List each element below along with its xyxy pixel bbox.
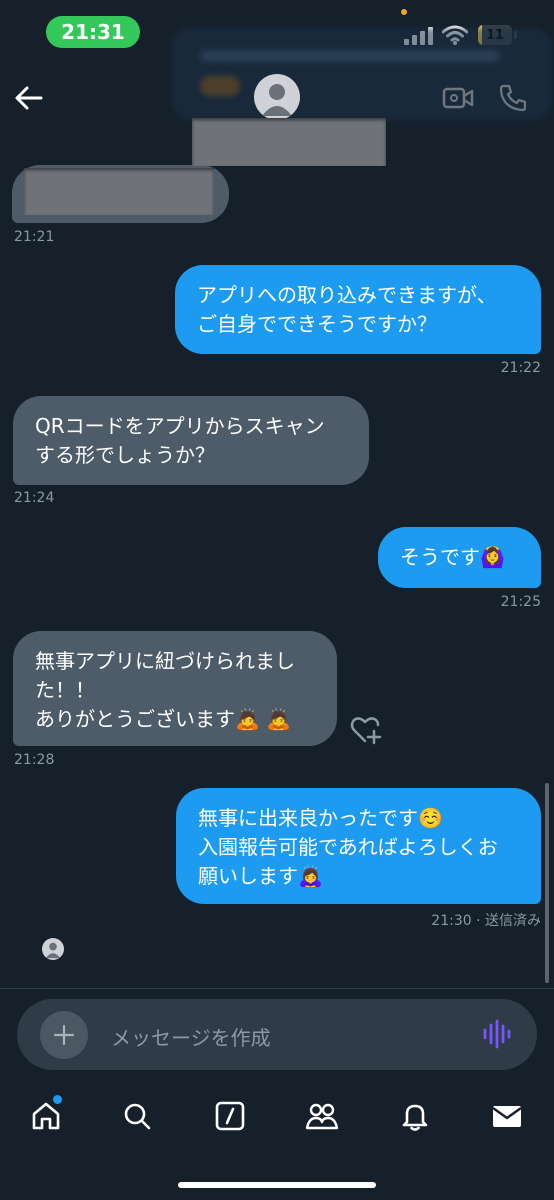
divider [0,988,554,989]
message-bubble-outgoing[interactable]: アプリへの取り込みできますが、 ご自身でできそうですか？ [175,265,541,354]
mail-icon[interactable] [489,1098,525,1134]
message-bubble-outgoing[interactable]: そうです🙆‍♀️ [378,527,541,588]
bell-icon[interactable] [397,1098,433,1134]
voice-wave-icon[interactable] [482,1019,512,1049]
privacy-indicator [401,9,407,15]
message-bubble-incoming[interactable]: QRコードをアプリからスキャン する形でしょうか？ [13,396,369,485]
home-notification-badge [53,1095,62,1104]
message-timestamp: 21:24 [14,490,55,506]
redaction-block [192,118,386,166]
message-status-timestamp: 21:30 · 送信済み [431,913,541,929]
message-timestamp: 21:28 [14,752,55,768]
arrow-left-icon[interactable] [14,84,44,112]
message-timestamp: 21:25 [500,594,541,610]
plus-icon[interactable] [40,1011,88,1059]
home-indicator [178,1182,376,1188]
redaction-block [24,168,214,215]
message-timestamp: 21:21 [14,229,55,245]
compose-icon[interactable] [212,1098,248,1134]
message-timestamp: 21:22 [500,360,541,376]
status-time: 21:31 [46,16,140,48]
read-receipt-avatar [42,938,64,960]
scrollbar[interactable] [545,783,549,983]
video-camera-icon[interactable] [442,86,474,110]
message-composer[interactable] [17,999,537,1070]
message-input[interactable]: メッセージを作成 [111,1022,271,1051]
heart-plus-icon[interactable] [350,715,382,745]
message-bubble-incoming[interactable]: 無事アプリに紐づけられまし た！！ ありがとうございます🙇 🙇 [13,631,337,746]
search-icon[interactable] [119,1098,155,1134]
default-avatar-icon[interactable] [254,74,300,120]
communities-icon[interactable] [304,1098,340,1134]
message-bubble-outgoing[interactable]: 無事に出来良かったです☺️ 入園報告可能であればよろしくお 願いします🙇‍♀️ [176,788,541,904]
phone-icon[interactable] [497,82,529,114]
faded-notification [172,28,552,120]
